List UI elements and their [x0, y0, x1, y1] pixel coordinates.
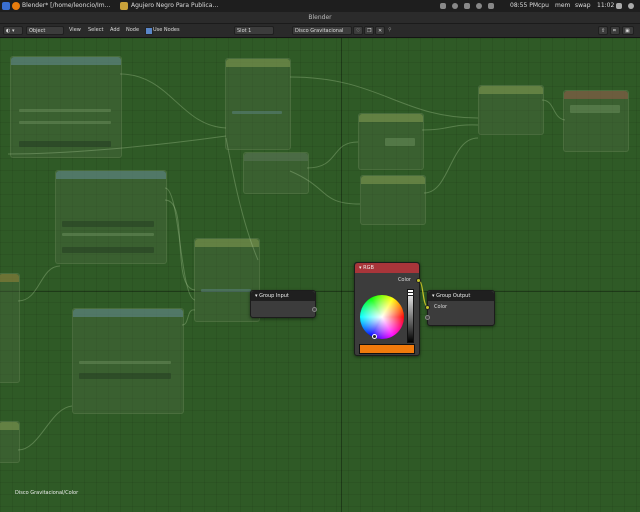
network-icon[interactable]: [452, 3, 458, 9]
group-output-title: Group Output: [436, 293, 471, 299]
update-icon[interactable]: [464, 3, 470, 9]
menu-add[interactable]: Add: [110, 24, 120, 37]
node-links: [7, 73, 566, 451]
group-input-node[interactable]: ▾ Group Input: [250, 290, 317, 318]
volume-icon[interactable]: [488, 3, 494, 9]
logout-icon[interactable]: [616, 3, 622, 9]
group-output-color-label: Color: [434, 304, 448, 310]
fake-user-button[interactable]: ♡: [353, 26, 363, 35]
use-nodes-label: Use Nodes: [153, 27, 180, 33]
slot-select[interactable]: Slot 1: [234, 26, 274, 35]
value-slider[interactable]: [407, 289, 414, 343]
power-icon[interactable]: [628, 3, 634, 9]
new-material-button[interactable]: ❐: [364, 26, 374, 35]
tray-icon[interactable]: [440, 3, 446, 9]
group-input-header[interactable]: ▾ Group Input: [251, 291, 315, 301]
node-link: [17, 265, 61, 302]
editor-type-button[interactable]: ◐ ▾: [3, 26, 23, 35]
file-manager-task[interactable]: Agujero Negro Para Publica…: [131, 0, 226, 12]
menu-view[interactable]: View: [69, 24, 81, 37]
cpu-monitor: cpu: [538, 2, 549, 9]
node-link: [423, 137, 479, 194]
backdrop-button[interactable]: ▣: [622, 26, 634, 35]
group-output-color-socket[interactable]: [425, 305, 430, 310]
unlink-material-button[interactable]: ✕: [375, 26, 385, 35]
group-output-node[interactable]: ▾ Group Output Color: [425, 290, 495, 326]
node-link: [119, 73, 227, 129]
mode-select[interactable]: Object: [26, 26, 64, 35]
node-link: [225, 137, 259, 261]
node-link: [289, 76, 479, 119]
rgb-node-header[interactable]: ▾ RGB: [355, 263, 419, 273]
node-editor-canvas[interactable]: ▾ Group Input ▾ RGB Color ▾ Group Output…: [0, 38, 640, 512]
window-title: Blender: [0, 12, 640, 24]
rgb-color-output-label: Color: [397, 277, 411, 283]
blender-window-task[interactable]: Blender* [/home/leoncio/Im…: [22, 0, 118, 12]
color-wheel[interactable]: [360, 295, 404, 339]
node-link: [7, 135, 227, 155]
collapse-arrow-icon[interactable]: ▾: [359, 265, 362, 271]
node-tree-path: Disco Gravitacional/Color: [15, 490, 79, 496]
mem-monitor: mem: [555, 2, 571, 9]
taskbar-time: 08:55 PM: [510, 2, 538, 9]
rgb-color-output-socket[interactable]: [416, 278, 421, 283]
folder-icon: [120, 2, 128, 10]
node-link: [17, 405, 73, 451]
bluetooth-icon[interactable]: [476, 3, 482, 9]
color-swatch[interactable]: [359, 344, 415, 354]
pin-icon[interactable]: ⚲: [386, 26, 396, 35]
node-link: [164, 199, 196, 291]
empty-output-socket[interactable]: [312, 307, 317, 312]
node-link: [541, 99, 566, 121]
rgb-node-title: RGB: [363, 265, 374, 271]
blender-icon: [12, 2, 20, 10]
group-output-header[interactable]: ▾ Group Output: [428, 291, 494, 301]
color-wheel-cursor[interactable]: [372, 334, 377, 339]
material-name-field[interactable]: Disco Gravitacional: [292, 26, 352, 35]
rgb-node[interactable]: ▾ RGB Color: [354, 262, 421, 356]
menu-select[interactable]: Select: [88, 24, 103, 37]
empty-input-socket[interactable]: [425, 315, 430, 320]
node-link: [421, 124, 479, 131]
node-link: [289, 170, 361, 205]
node-link: [306, 141, 359, 169]
collapse-arrow-icon[interactable]: ▾: [432, 293, 435, 299]
node-link: [181, 309, 196, 326]
swap-monitor: swap: [575, 2, 591, 9]
snap-button[interactable]: ⌗: [610, 26, 620, 35]
use-nodes-checkbox[interactable]: [145, 27, 153, 35]
collapse-arrow-icon[interactable]: ▾: [255, 293, 258, 299]
node-editor-header: ◐ ▾ Object View Select Add Node Use Node…: [0, 24, 640, 38]
group-input-title: Group Input: [259, 293, 289, 299]
app-menu-icon[interactable]: [2, 2, 10, 10]
value-slider-handle[interactable]: [407, 292, 414, 296]
clock: 11:02: [597, 2, 615, 9]
parent-group-button[interactable]: ⇧: [598, 26, 608, 35]
menu-node[interactable]: Node: [126, 24, 139, 37]
